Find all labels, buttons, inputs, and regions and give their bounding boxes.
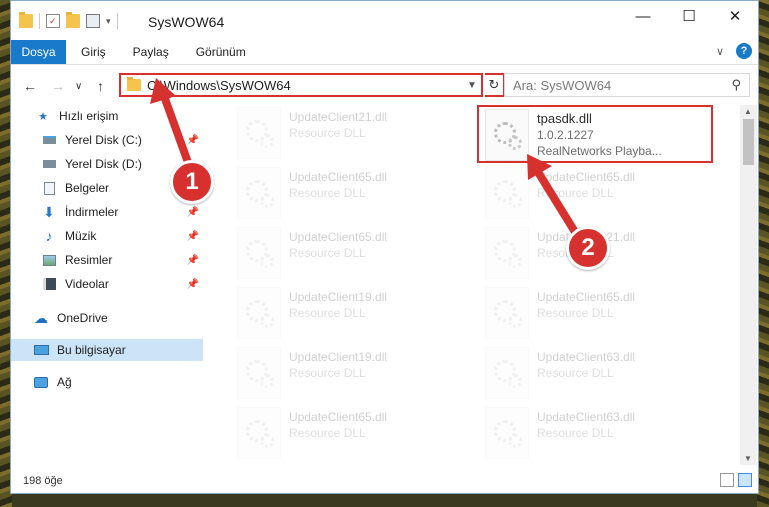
- properties-icon[interactable]: ✓: [46, 14, 60, 28]
- chevron-down-icon[interactable]: ▼: [463, 80, 481, 91]
- dll-file-icon: [237, 347, 281, 399]
- file-highlight-box: [477, 105, 713, 163]
- tab-file[interactable]: Dosya: [11, 40, 66, 64]
- drive-icon: [41, 133, 57, 147]
- recent-locations-button[interactable]: ∨: [75, 81, 82, 92]
- refresh-button[interactable]: ↻: [485, 73, 505, 97]
- star-icon: ★: [38, 110, 48, 123]
- pin-icon[interactable]: 📌: [187, 231, 199, 242]
- address-path[interactable]: C:\Windows\SysWOW64: [147, 78, 463, 93]
- cloud-icon: ☁: [34, 309, 48, 326]
- item-count: 198 öğe: [23, 475, 63, 487]
- dll-file-icon: [485, 407, 529, 459]
- customize-icon[interactable]: [86, 14, 100, 28]
- sidebar-item-this-pc[interactable]: Bu bilgisayar: [11, 339, 203, 361]
- list-item[interactable]: UpdateClient63.dll Resource DLL: [479, 405, 719, 461]
- dll-file-icon: [485, 167, 529, 219]
- forward-button[interactable]: →: [51, 78, 65, 94]
- new-folder-icon[interactable]: [66, 12, 80, 28]
- pin-icon[interactable]: 📌: [187, 279, 199, 290]
- drive-icon: [41, 157, 57, 171]
- scroll-up-icon[interactable]: ▲: [744, 107, 752, 116]
- up-button[interactable]: ↑: [97, 78, 104, 94]
- window-title: SysWOW64: [148, 14, 225, 30]
- vertical-scrollbar[interactable]: ▲ ▼: [740, 105, 757, 465]
- sidebar-item-disk-c[interactable]: Yerel Disk (C:) 📌: [11, 129, 203, 151]
- help-icon[interactable]: ?: [736, 43, 752, 59]
- navigation-pane: ★ Hızlı erişim Yerel Disk (C:) 📌 Yerel D…: [11, 105, 207, 465]
- list-item[interactable]: UpdateClient19.dll Resource DLL: [231, 285, 471, 341]
- scrollbar-thumb[interactable]: [743, 119, 754, 165]
- tiles-view-button[interactable]: [738, 473, 752, 487]
- list-item[interactable]: UpdateClient65.dll Resource DLL: [231, 225, 471, 281]
- sidebar-item-videos[interactable]: Videolar 📌: [11, 273, 203, 295]
- title-bar: ✓ ▾ SysWOW64 — ☐ ✕: [11, 1, 758, 39]
- ribbon-tabs: Dosya Giriş Paylaş Görünüm ∨ ?: [11, 39, 758, 65]
- network-icon: [33, 375, 49, 389]
- status-bar: 198 öğe: [11, 469, 758, 493]
- tab-view[interactable]: Görünüm: [196, 45, 246, 59]
- pin-icon[interactable]: 📌: [187, 255, 199, 266]
- music-icon: ♪: [45, 228, 53, 244]
- list-item[interactable]: UpdateClient65.dll Resource DLL: [479, 285, 719, 341]
- search-placeholder: Ara: SysWOW64: [513, 77, 612, 93]
- folder-icon: [19, 12, 33, 28]
- sidebar-item-music[interactable]: ♪ Müzik 📌: [11, 225, 203, 247]
- window-controls: — ☐ ✕: [620, 1, 758, 31]
- list-item[interactable]: UpdateClient65.dll Resource DLL: [231, 405, 471, 461]
- back-button[interactable]: ←: [23, 78, 37, 94]
- sidebar-item-pictures[interactable]: Resimler 📌: [11, 249, 203, 271]
- list-item[interactable]: UpdateClient19.dll Resource DLL: [231, 345, 471, 401]
- callout-badge-1: 1: [170, 160, 214, 204]
- explorer-window: ✓ ▾ SysWOW64 — ☐ ✕ Dosya Giriş Paylaş Gö…: [10, 0, 759, 494]
- documents-icon: [41, 181, 57, 195]
- sidebar-item-onedrive[interactable]: ☁ OneDrive: [11, 307, 203, 329]
- computer-icon: [33, 343, 49, 357]
- chevron-down-icon[interactable]: ▾: [106, 16, 111, 27]
- list-item[interactable]: UpdateClient21.dllResource DLL: [231, 105, 471, 161]
- list-item[interactable]: UpdateClient65.dll Resource DLL: [479, 165, 719, 221]
- search-input[interactable]: Ara: SysWOW64 ⚲: [504, 73, 750, 97]
- search-icon: ⚲: [731, 77, 741, 92]
- quick-access-toolbar: ✓ ▾: [19, 12, 118, 29]
- maximize-button[interactable]: ☐: [666, 1, 712, 31]
- dll-file-icon: [237, 227, 281, 279]
- list-item[interactable]: UpdateClient63.dll Resource DLL: [479, 345, 719, 401]
- tab-home[interactable]: Giriş: [81, 45, 106, 59]
- details-view-button[interactable]: [720, 473, 734, 487]
- navigation-bar: ← → ∨ ↑ C:\Windows\SysWOW64 ▼ ↻ Ara: Sys…: [11, 65, 758, 105]
- sidebar-item-quick-access[interactable]: ★ Hızlı erişim: [11, 105, 203, 127]
- video-icon: [41, 277, 57, 291]
- dll-file-icon: [237, 167, 281, 219]
- address-bar[interactable]: C:\Windows\SysWOW64 ▼: [119, 73, 483, 97]
- dll-file-icon: [485, 347, 529, 399]
- pin-icon[interactable]: 📌: [187, 207, 199, 218]
- dll-file-icon: [485, 287, 529, 339]
- sidebar-item-downloads[interactable]: ⬇ İndirmeler 📌: [11, 201, 203, 223]
- list-item[interactable]: UpdateClient65.dll Resource DLL: [231, 165, 471, 221]
- dll-file-icon: [237, 107, 281, 159]
- pictures-icon: [41, 253, 57, 267]
- sidebar-item-network[interactable]: Ağ: [11, 371, 203, 393]
- scroll-down-icon[interactable]: ▼: [744, 454, 752, 463]
- dll-file-icon: [237, 287, 281, 339]
- minimize-button[interactable]: —: [620, 1, 666, 31]
- download-icon: ⬇: [43, 203, 55, 220]
- callout-badge-2: 2: [566, 226, 610, 270]
- refresh-icon: ↻: [488, 77, 500, 92]
- expand-ribbon-icon[interactable]: ∨: [716, 45, 724, 58]
- folder-icon: [127, 77, 141, 91]
- dll-file-icon: [485, 227, 529, 279]
- pin-icon[interactable]: 📌: [187, 135, 199, 146]
- dll-file-icon: [237, 407, 281, 459]
- tab-share[interactable]: Paylaş: [133, 45, 169, 59]
- close-button[interactable]: ✕: [712, 1, 758, 31]
